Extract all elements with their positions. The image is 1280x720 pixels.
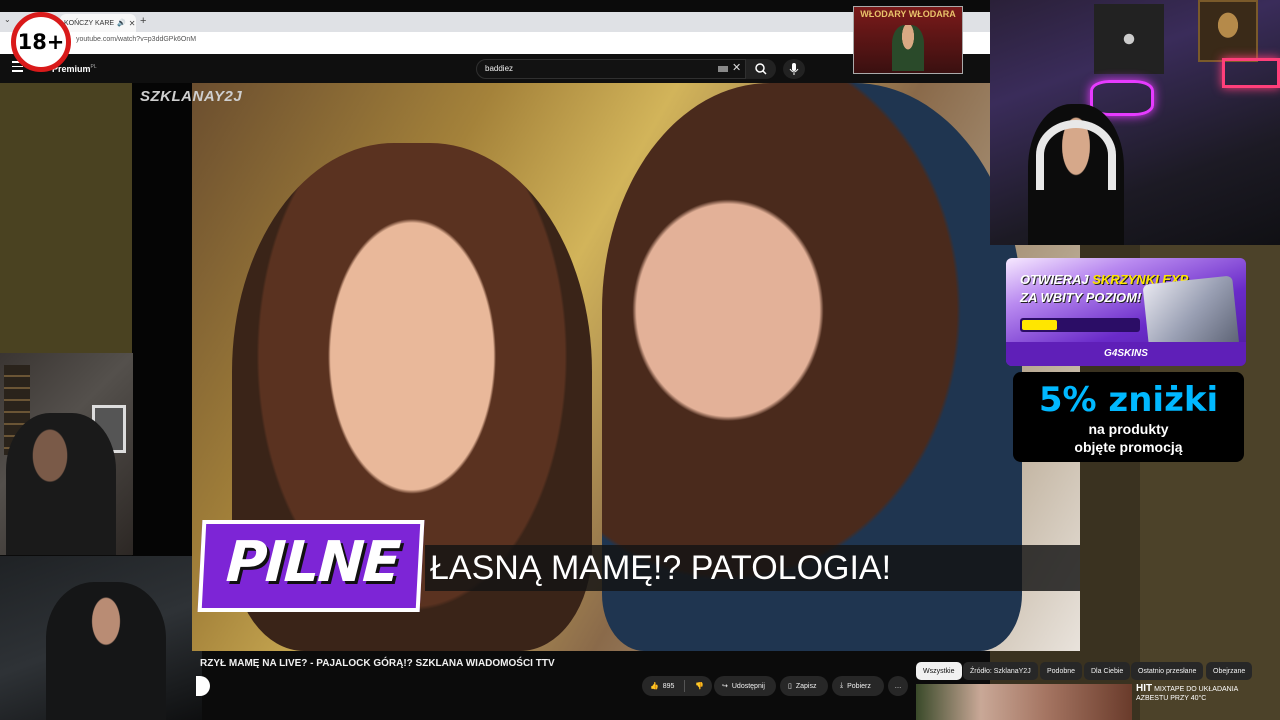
close-tab-icon[interactable]: ✕ bbox=[129, 19, 136, 28]
vinyl-decor bbox=[1094, 4, 1164, 74]
share-icon: ↪ bbox=[722, 683, 728, 690]
save-label: Zapisz bbox=[795, 682, 817, 690]
recommended-line2: AZBESTU PRZY 40°C bbox=[1136, 695, 1207, 702]
new-tab-button[interactable]: + bbox=[140, 15, 146, 27]
ad-progress-bar bbox=[1020, 318, 1140, 332]
ad-progress-fill bbox=[1022, 320, 1057, 330]
ad-line2: ZA WBITY POZIOM! bbox=[1020, 290, 1142, 305]
urgent-tag-text: PILNE bbox=[224, 530, 401, 595]
neon-sign-decor bbox=[1222, 58, 1280, 88]
streamer-webcam bbox=[990, 0, 1280, 245]
recommended-brand: HIT bbox=[1136, 683, 1153, 694]
download-icon: ⤓ bbox=[840, 682, 844, 689]
like-dislike-group[interactable]: 👍 895 👎 bbox=[642, 676, 712, 696]
browser-tab-strip bbox=[0, 12, 990, 32]
url-text[interactable]: youtube.com/watch?v=p3ddGPk6OnM bbox=[76, 36, 196, 43]
tab-title: KOŃCZY KARE bbox=[64, 19, 115, 27]
bookmark-icon: ▯ bbox=[788, 683, 792, 690]
banner-portrait bbox=[892, 25, 924, 71]
recommended-thumbnail[interactable] bbox=[916, 684, 1132, 720]
recommended-line1: MIXTAPE DO UKŁADANIA bbox=[1154, 686, 1239, 693]
recommended-title[interactable]: HIT MIXTAPE DO UKŁADANIA AZBESTU PRZY 40… bbox=[1136, 684, 1238, 703]
chip-source[interactable]: Źródło: SzklanaY2J bbox=[963, 662, 1038, 680]
video-title: RZYŁ MAMĘ NA LIVE? - PAJALOCK GÓRĄ!? SZK… bbox=[200, 658, 555, 669]
video-headline: ŁASNĄ MAMĘ!? PATOLOGIA! bbox=[425, 545, 1080, 591]
search-button[interactable] bbox=[746, 59, 776, 79]
urgent-tag: PILNE bbox=[197, 520, 425, 612]
download-label: Pobierz bbox=[847, 682, 871, 690]
chip-all[interactable]: Wszystkie bbox=[916, 662, 962, 680]
tab-menu-icon[interactable]: ⌄ bbox=[4, 15, 11, 24]
guest-webcam-top bbox=[0, 353, 133, 555]
discount-amount: 5% zniżki bbox=[1038, 380, 1219, 420]
age-rating-badge: 18+ bbox=[11, 12, 71, 72]
dislike-icon[interactable]: 👎 bbox=[695, 682, 704, 690]
keyboard-icon[interactable] bbox=[718, 66, 728, 72]
left-background bbox=[0, 83, 132, 353]
discount-line2: objęte promocją bbox=[1074, 439, 1183, 455]
chip-for-you[interactable]: Dla Ciebie bbox=[1084, 662, 1131, 680]
discount-ad: 5% zniżki na produkty objęte promocją bbox=[1013, 372, 1244, 462]
share-label: Udostępnij bbox=[731, 682, 765, 690]
channel-watermark: SZKLANAY2J bbox=[140, 88, 243, 105]
save-button[interactable]: ▯ Zapisz bbox=[780, 676, 828, 696]
channel-avatar[interactable] bbox=[196, 676, 210, 696]
chip-watched[interactable]: Obejrzane bbox=[1206, 662, 1253, 680]
download-button[interactable]: ⤓ Pobierz bbox=[832, 676, 884, 696]
chip-similar[interactable]: Podobne bbox=[1040, 662, 1083, 680]
banner-text: WŁODARY WŁODARA bbox=[860, 9, 956, 19]
voice-search-button[interactable] bbox=[783, 59, 805, 79]
microphone-icon bbox=[789, 63, 799, 75]
discount-line1: na produkty bbox=[1088, 421, 1169, 437]
chip-recently-uploaded[interactable]: Ostatnio przesłane bbox=[1131, 662, 1204, 680]
more-icon: … bbox=[894, 682, 902, 690]
wlodary-banner: WŁODARY WŁODARA bbox=[853, 6, 963, 74]
age-rating-text: 18+ bbox=[17, 30, 65, 54]
search-input[interactable]: baddiez bbox=[476, 59, 746, 79]
like-count: 895 bbox=[662, 682, 675, 690]
headphones bbox=[1036, 120, 1116, 190]
guest-webcam-bottom bbox=[0, 556, 202, 720]
painting-decor bbox=[1198, 0, 1258, 62]
like-icon[interactable]: 👍 bbox=[650, 682, 659, 690]
divider bbox=[684, 680, 686, 692]
browser-tab[interactable]: KOŃCZY KARE 🔊 ✕ bbox=[60, 14, 136, 32]
ad-brand: G4SKINS bbox=[1006, 342, 1246, 366]
clear-search-icon[interactable]: ✕ bbox=[732, 61, 741, 74]
speaker-icon: 🔊 bbox=[117, 20, 126, 27]
more-actions-button[interactable]: … bbox=[888, 676, 908, 696]
search-icon bbox=[755, 63, 767, 75]
g4skins-ad: OTWIERAJ SKRZYNKI EXP ZA WBITY POZIOM! G… bbox=[1006, 258, 1246, 366]
share-button[interactable]: ↪ Udostępnij bbox=[714, 676, 776, 696]
region-label: PL bbox=[90, 64, 97, 70]
